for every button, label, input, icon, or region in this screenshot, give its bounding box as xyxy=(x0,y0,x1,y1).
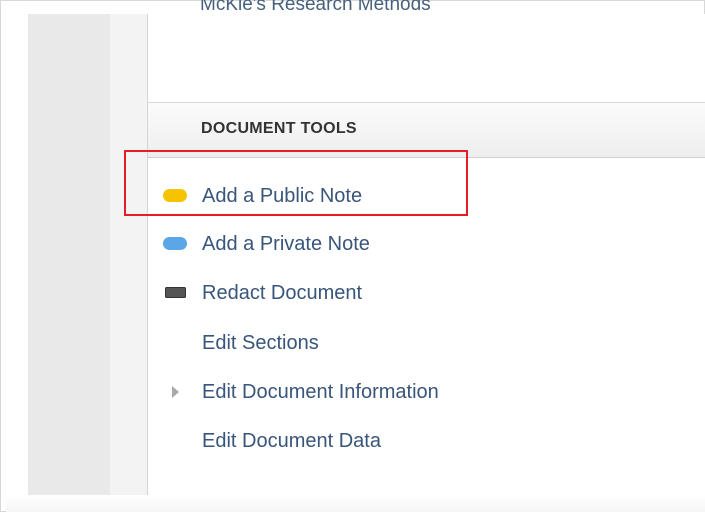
add-private-note-label: Add a Private Note xyxy=(202,232,370,255)
sidebar-margin xyxy=(110,14,147,495)
redact-document-label: Redact Document xyxy=(202,281,363,304)
edit-sections-label: Edit Sections xyxy=(202,331,319,354)
previous-section-title: McKie's Research Methods xyxy=(200,0,431,38)
blue-note-icon xyxy=(163,237,187,250)
redact-icon xyxy=(165,287,186,298)
expand-triangle-icon[interactable] xyxy=(172,386,179,398)
screenshot-frame: McKie's Research Methods DOCUMENT TOOLS … xyxy=(0,0,705,512)
red-highlight-box xyxy=(124,150,468,216)
document-tools-heading: DOCUMENT TOOLS xyxy=(201,120,357,137)
left-gutter xyxy=(28,14,110,495)
previous-section-title-text: McKie's Research Methods xyxy=(200,0,431,15)
edit-document-information-label: Edit Document Information xyxy=(202,380,439,403)
edit-document-data-label: Edit Document Data xyxy=(202,429,381,452)
